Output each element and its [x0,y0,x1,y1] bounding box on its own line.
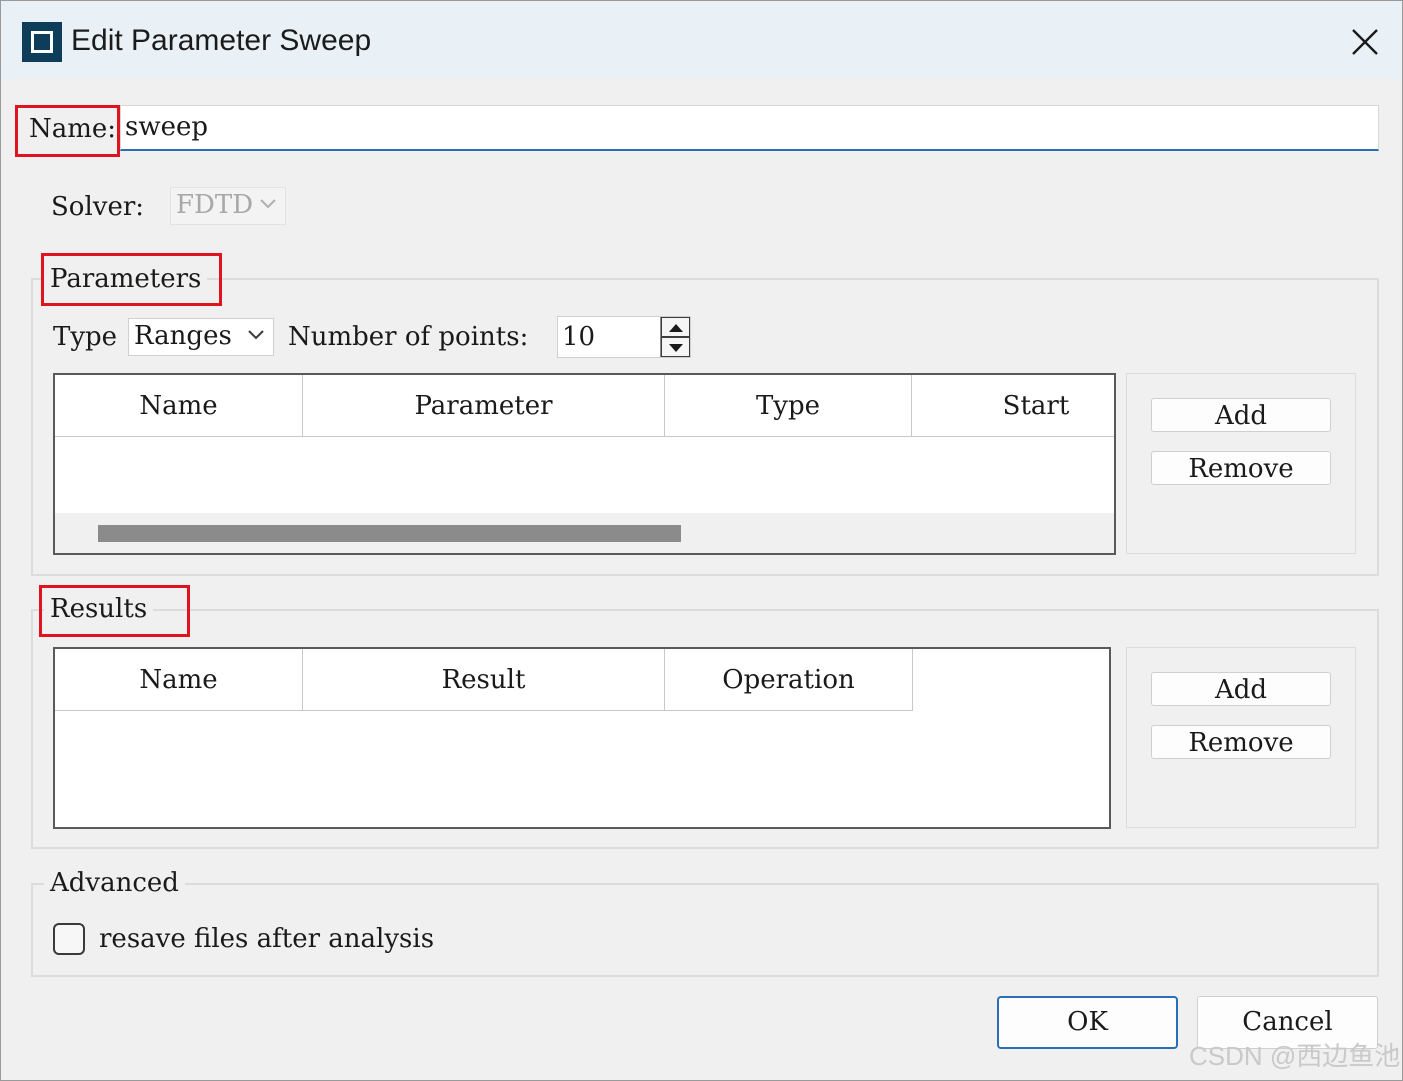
window-title: Edit Parameter Sweep [71,24,372,57]
results-column-header[interactable]: Result [303,649,665,711]
parameters-column-header[interactable]: Parameter [303,375,665,437]
results-title-highlight [39,585,190,637]
spin-down-button[interactable] [661,337,690,357]
name-label-highlight [15,105,120,157]
number-of-points-label: Number of points: [288,322,529,352]
type-select-value: Ranges [134,321,232,351]
parameters-column-header[interactable]: Start [912,375,1114,437]
parameters-title-highlight [41,253,222,306]
results-column-header[interactable]: Name [55,649,303,711]
advanced-group-title: Advanced [44,867,185,899]
close-button[interactable] [1337,15,1393,69]
ok-button[interactable]: OK [997,996,1178,1049]
watermark: CSDN @西边鱼池 [1189,1041,1401,1071]
arrow-up-icon [669,324,683,332]
spin-arrows [660,317,690,357]
results-column-header[interactable]: Operation [665,649,913,711]
results-table[interactable]: Name Result Operation [53,647,1111,829]
title-bar[interactable]: Edit Parameter Sweep [1,1,1402,79]
scrollbar-thumb[interactable] [98,525,681,542]
name-input[interactable]: sweep [120,105,1379,151]
solver-label: Solver: [51,192,145,222]
resave-files-label[interactable]: resave files after analysis [99,923,434,955]
parameters-column-header[interactable]: Name [55,375,303,437]
horizontal-scrollbar[interactable] [55,513,1114,553]
app-logo-icon [22,22,62,62]
chevron-down-icon [248,330,264,340]
edit-parameter-sweep-dialog: Edit Parameter Sweep Name: sweep Solver:… [0,0,1403,1081]
number-of-points-spinbox[interactable]: 10 [557,316,691,358]
solver-value: FDTD [176,190,254,220]
parameters-table[interactable]: Name Parameter Type Start [53,373,1116,555]
chevron-down-icon [260,199,276,209]
results-remove-button[interactable]: Remove [1151,725,1331,759]
parameters-column-header[interactable]: Type [665,375,912,437]
results-add-button[interactable]: Add [1151,672,1331,706]
solver-select[interactable]: FDTD [170,187,286,225]
parameters-add-button[interactable]: Add [1151,398,1331,432]
close-icon [1352,29,1378,55]
arrow-down-icon [669,344,683,352]
parameters-remove-button[interactable]: Remove [1151,451,1331,485]
spin-up-button[interactable] [661,317,690,337]
number-of-points-value: 10 [562,322,596,352]
type-label: Type [53,322,118,352]
resave-files-checkbox[interactable] [53,923,85,955]
type-select[interactable]: Ranges [128,318,274,356]
